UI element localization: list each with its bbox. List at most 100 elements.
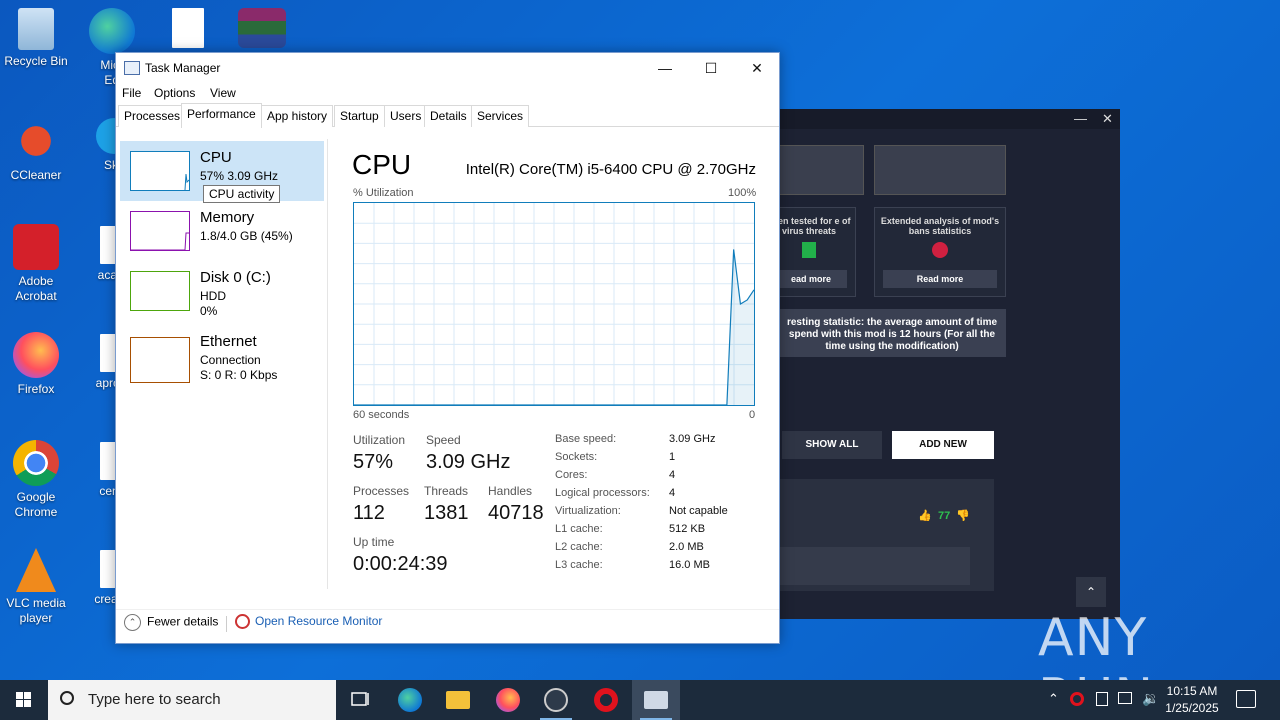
scroll-to-top-button[interactable]: ⌃: [1076, 577, 1106, 607]
chevron-up-icon[interactable]: ⌃: [1048, 691, 1059, 707]
menubar: File Options View: [116, 83, 779, 103]
task-manager-window[interactable]: Task Manager — ☐ ✕ File Options View Pro…: [115, 52, 780, 644]
desktop-icon-recycle-bin[interactable]: Recycle Bin: [0, 8, 72, 69]
screenshot-thumbnail[interactable]: [778, 145, 864, 195]
desktop-icon-ccleaner[interactable]: CCleaner: [0, 118, 72, 183]
tab-users[interactable]: Users: [384, 105, 428, 127]
processes-value: 112: [353, 502, 385, 524]
menu-file[interactable]: File: [122, 86, 141, 100]
open-resource-monitor-link[interactable]: Open Resource Monitor: [235, 614, 382, 630]
sidebar-item-label: Ethernet: [200, 333, 257, 350]
read-more-button[interactable]: ead more: [778, 270, 847, 288]
taskbar-edge[interactable]: [386, 680, 434, 720]
add-new-button[interactable]: ADD NEW: [892, 431, 994, 459]
menu-options[interactable]: Options: [154, 86, 195, 100]
disk-mini-graph: [130, 271, 190, 311]
sidebar-item-value: 1.8/4.0 GB (45%): [200, 229, 293, 243]
sidebar-item-ethernet[interactable]: Ethernet Connection S: 0 R: 0 Kbps: [120, 327, 324, 387]
maximize-button[interactable]: ☐: [688, 53, 734, 83]
minimize-button[interactable]: —: [642, 53, 688, 83]
close-icon[interactable]: ✕: [1102, 111, 1113, 127]
clock[interactable]: 10:15 AM 1/25/2025: [1160, 683, 1224, 717]
desktop-icon-file[interactable]: [152, 8, 224, 52]
edge-icon: [89, 8, 135, 54]
tab-startup[interactable]: Startup: [334, 105, 385, 127]
handles-label: Handles: [488, 484, 533, 498]
chevron-up-icon: ⌃: [124, 614, 141, 631]
device-icon[interactable]: [1096, 692, 1108, 706]
resource-monitor-icon: [235, 614, 250, 630]
detail-key: Cores:: [555, 469, 588, 481]
start-button[interactable]: [0, 680, 48, 720]
detail-key: Virtualization:: [555, 505, 621, 517]
desktop-icon-firefox[interactable]: Firefox: [0, 332, 72, 397]
threads-value: 1381: [424, 502, 469, 524]
minimize-icon[interactable]: —: [1074, 111, 1087, 126]
taskbar-search-box[interactable]: Type here to search: [48, 680, 336, 720]
tab-processes[interactable]: Processes: [118, 105, 187, 127]
uptime-value: 0:00:24:39: [353, 553, 448, 575]
shield-check-icon: [802, 242, 816, 258]
network-icon[interactable]: [1118, 692, 1132, 704]
notification-icon[interactable]: [1236, 690, 1256, 708]
volume-icon[interactable]: 🔉: [1142, 690, 1159, 707]
tooltip: CPU activity: [203, 185, 281, 203]
sidebar-item-memory[interactable]: Memory 1.8/4.0 GB (45%): [120, 201, 324, 261]
cpu-graph-svg: [354, 203, 754, 405]
read-more-button[interactable]: Read more: [883, 270, 997, 288]
thumbs-up-icon[interactable]: 👍: [918, 509, 932, 522]
background-app-window[interactable]: — ✕ been tested for e of virus threats e…: [778, 109, 1120, 619]
detail-key: Logical processors:: [555, 487, 650, 499]
sidebar-item-value: 0%: [200, 304, 218, 318]
desktop-icon-acrobat[interactable]: Adobe Acrobat: [0, 224, 72, 304]
folder-icon: [446, 691, 470, 709]
fewer-details-button[interactable]: ⌃ Fewer details: [124, 614, 218, 631]
taskbar-file-explorer[interactable]: [434, 680, 482, 720]
app-icon: [544, 688, 568, 712]
comment-input[interactable]: [778, 547, 970, 585]
tab-details[interactable]: Details: [424, 105, 473, 127]
search-placeholder: Type here to search: [88, 691, 221, 708]
detail-value: 2.0 MB: [669, 541, 704, 553]
utilization-label: Utilization: [353, 433, 406, 447]
feature-card-virus: been tested for e of virus threats ead m…: [778, 207, 856, 297]
sidebar-item-disk[interactable]: Disk 0 (C:) HDD 0%: [120, 261, 324, 321]
firefox-icon: [13, 332, 59, 378]
desktop-icon-chrome[interactable]: Google Chrome: [0, 440, 72, 520]
menu-view[interactable]: View: [210, 86, 236, 100]
task-view-button[interactable]: [336, 680, 384, 720]
footer: ⌃ Fewer details Open Resource Monitor: [116, 609, 779, 639]
resource-sidebar: CPU 57% 3.09 GHz Memory 1.8/4.0 GB (45%)…: [116, 139, 328, 589]
tab-strip: Processes Performance App history Startu…: [116, 103, 779, 128]
memory-mini-graph: [130, 211, 190, 251]
taskbar-firefox[interactable]: [484, 680, 532, 720]
feature-card-bans: Extended analysis of mod's bans statisti…: [874, 207, 1006, 297]
desktop-icon-winrar[interactable]: [226, 8, 298, 52]
taskbar-opera[interactable]: [582, 680, 630, 720]
taskbar-app[interactable]: [532, 680, 580, 720]
thumbs-down-icon[interactable]: 👎: [956, 509, 970, 522]
graph-x-label: 60 seconds: [353, 409, 410, 421]
opera-tray-icon[interactable]: [1070, 692, 1084, 706]
comment-panel: 👍 77 👎: [778, 479, 994, 591]
processes-label: Processes: [353, 484, 410, 498]
titlebar: Task Manager — ☐ ✕: [116, 53, 779, 83]
tab-app-history[interactable]: App history: [261, 105, 334, 127]
card-text: been tested for e of virus threats: [778, 216, 851, 236]
desktop-icon-vlc[interactable]: VLC media player: [0, 548, 72, 626]
sidebar-item-value: S: 0 R: 0 Kbps: [200, 368, 278, 382]
ethernet-mini-graph: [130, 337, 190, 383]
clock-date: 1/25/2025: [1165, 701, 1219, 715]
speed-value: 3.09 GHz: [426, 451, 511, 473]
cpu-model: Intel(R) Core(TM) i5-6400 CPU @ 2.70GHz: [465, 161, 756, 178]
detail-value: 3.09 GHz: [669, 433, 716, 445]
divider: [226, 616, 227, 632]
taskbar-task-manager[interactable]: [632, 680, 680, 720]
show-all-button[interactable]: SHOW ALL: [782, 431, 882, 459]
close-button[interactable]: ✕: [734, 53, 780, 83]
tab-services[interactable]: Services: [471, 105, 530, 127]
tab-performance[interactable]: Performance: [181, 103, 262, 128]
screenshot-thumbnail[interactable]: [874, 145, 1006, 195]
desktop-icon-label: Firefox: [17, 382, 55, 396]
desktop-icon-label: VLC media player: [6, 596, 66, 625]
